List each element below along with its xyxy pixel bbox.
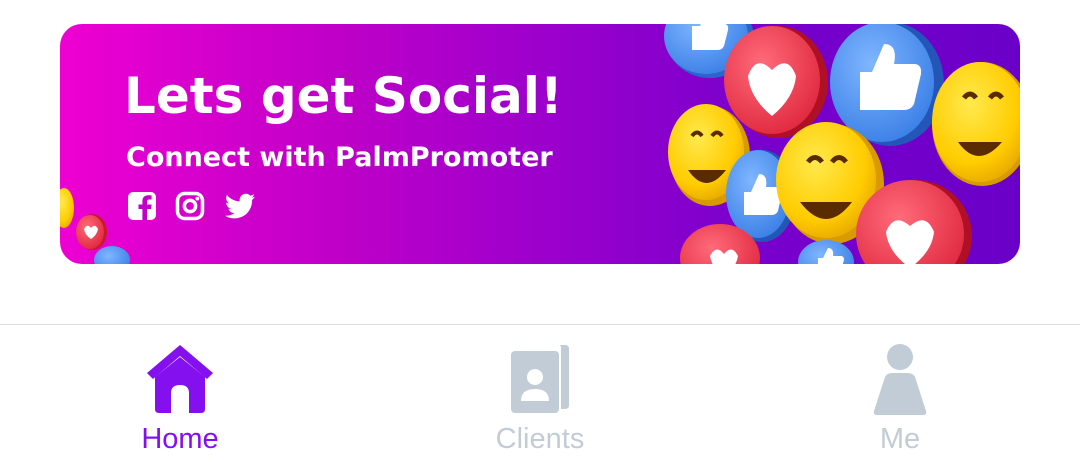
tab-clients[interactable]: Clients — [360, 325, 720, 474]
tab-clients-label: Clients — [495, 423, 585, 455]
tab-home-label: Home — [141, 423, 219, 455]
tab-me-label: Me — [879, 423, 921, 455]
person-icon — [865, 341, 935, 417]
bottom-tab-bar: Home Clients Me — [0, 324, 1080, 474]
banner-subtitle: Connect with PalmPromoter — [126, 142, 553, 173]
contacts-icon — [505, 341, 575, 417]
page: Lets get Social! Connect with PalmPromot… — [0, 0, 1080, 474]
instagram-icon[interactable] — [174, 190, 206, 222]
tab-home[interactable]: Home — [0, 325, 360, 474]
banner-title: Lets get Social! — [124, 67, 563, 125]
social-icons-row — [126, 190, 255, 222]
social-banner[interactable]: Lets get Social! Connect with PalmPromot… — [60, 24, 1020, 264]
tab-me[interactable]: Me — [720, 325, 1080, 474]
home-icon — [145, 341, 215, 417]
twitter-icon[interactable] — [222, 190, 255, 222]
facebook-icon[interactable] — [126, 190, 158, 222]
